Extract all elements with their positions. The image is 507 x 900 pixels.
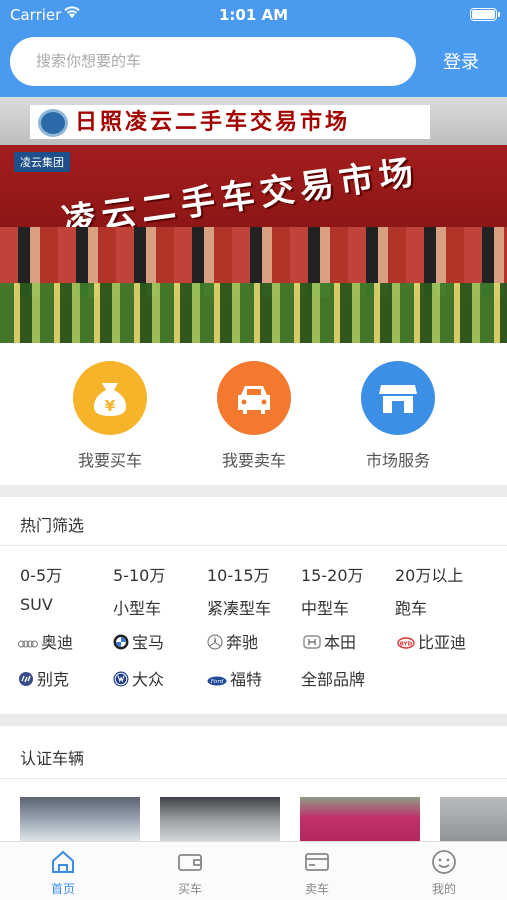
hot-filter-title: 热门筛选 [20,516,85,535]
brand-all[interactable]: 全部品牌 [301,666,365,690]
brand-mercedes[interactable]: 奔驰 [207,629,258,654]
money-bag-icon: ¥ [73,361,147,435]
ford-icon: Ford [207,671,227,690]
divider [0,778,507,779]
banner-image[interactable]: 日照凌云二手车交易市场 凌云集团 凌云二手车交易市场 [0,97,507,343]
brand-buick-label: 别克 [37,670,70,689]
filter-type-compact[interactable]: 紧凑型车 [207,595,271,619]
svg-text:BYD: BYD [400,642,413,648]
brand-bmw[interactable]: 宝马 [113,629,164,654]
brand-honda-label: 本田 [324,633,357,652]
filter-price-20-plus[interactable]: 20万以上 [395,562,463,586]
filter-price-10-15[interactable]: 10-15万 [207,562,270,586]
vehicle-thumbnail[interactable] [300,797,420,843]
search-input[interactable]: 搜索你想要的车 [10,37,416,86]
bmw-icon [113,634,129,654]
login-button[interactable]: 登录 [443,48,479,74]
filter-type-suv[interactable]: SUV [20,595,53,614]
status-bar: Carrier 1:01 AM [0,0,507,30]
brand-bmw-label: 宝马 [132,633,165,652]
brand-honda[interactable]: 本田 [303,629,356,653]
brand-buick[interactable]: 别克 [18,666,69,691]
vehicle-thumbnail[interactable] [440,797,507,843]
tab-sell-label: 卖车 [304,882,329,896]
feature-row: ¥ 我要买车 我要卖车 市场服务 [0,343,507,485]
svg-text:Ford: Ford [210,679,224,685]
store-icon [361,361,435,435]
filter-price-5-10[interactable]: 5-10万 [113,562,165,586]
vehicle-thumbnail[interactable] [20,797,140,843]
header-bar: Carrier 1:01 AM 搜索你想要的车 登录 [0,0,507,97]
audi-icon [18,634,38,653]
brand-volkswagen-label: 大众 [132,670,165,689]
tab-bar: 首页 买车 卖车 我的 [0,841,507,900]
filter-type-sports[interactable]: 跑车 [395,595,427,619]
logo-icon [38,109,68,137]
brand-ford-label: 福特 [230,670,263,689]
wallet-icon [127,846,253,878]
brand-volkswagen[interactable]: 大众 [113,666,164,691]
buy-car-label: 我要买车 [77,451,142,470]
tab-buy[interactable]: 买车 [127,846,253,897]
divider [0,714,507,726]
clock: 1:01 AM [218,6,289,24]
mercedes-icon [207,634,223,654]
brand-audi-label: 奥迪 [41,633,74,652]
honda-icon [303,634,321,653]
sell-car-button[interactable]: 我要卖车 [199,361,309,471]
brand-byd[interactable]: BYD 比亚迪 [397,629,466,653]
certified-vehicle-list [0,797,507,843]
volkswagen-icon [113,671,129,691]
market-service-label: 市场服务 [365,451,430,470]
filter-type-small[interactable]: 小型车 [113,595,161,619]
battery-icon [470,8,500,21]
buick-icon [18,671,34,691]
market-service-button[interactable]: 市场服务 [343,361,453,471]
tab-sell[interactable]: 卖车 [254,846,380,897]
divider [0,545,507,546]
banner-brand: 凌云集团 [14,152,70,172]
vehicle-thumbnail[interactable] [160,797,280,843]
certified-title: 认证车辆 [20,749,85,768]
home-icon [0,846,126,878]
card-icon [254,846,380,878]
buy-car-button[interactable]: ¥ 我要买车 [55,361,165,471]
filter-type-midsize[interactable]: 中型车 [301,595,349,619]
filter-price-0-5[interactable]: 0-5万 [20,562,62,586]
brand-ford[interactable]: Ford 福特 [207,666,262,690]
sell-car-label: 我要卖车 [221,451,286,470]
divider [0,485,507,497]
byd-icon: BYD [397,634,415,653]
tab-home-label: 首页 [50,882,75,896]
brand-audi[interactable]: 奥迪 [18,629,73,653]
banner-plants [0,283,507,343]
tab-mine-label: 我的 [431,882,456,896]
brand-byd-label: 比亚迪 [418,633,467,652]
smiley-icon [381,846,507,878]
svg-text:¥: ¥ [105,397,116,415]
tab-home[interactable]: 首页 [0,846,126,897]
brand-mercedes-label: 奔驰 [226,633,259,652]
tab-mine[interactable]: 我的 [381,846,507,897]
filter-price-15-20[interactable]: 15-20万 [301,562,364,586]
car-icon [217,361,291,435]
tab-buy-label: 买车 [177,882,202,896]
banner-top-sign: 日照凌云二手车交易市场 [30,105,430,139]
